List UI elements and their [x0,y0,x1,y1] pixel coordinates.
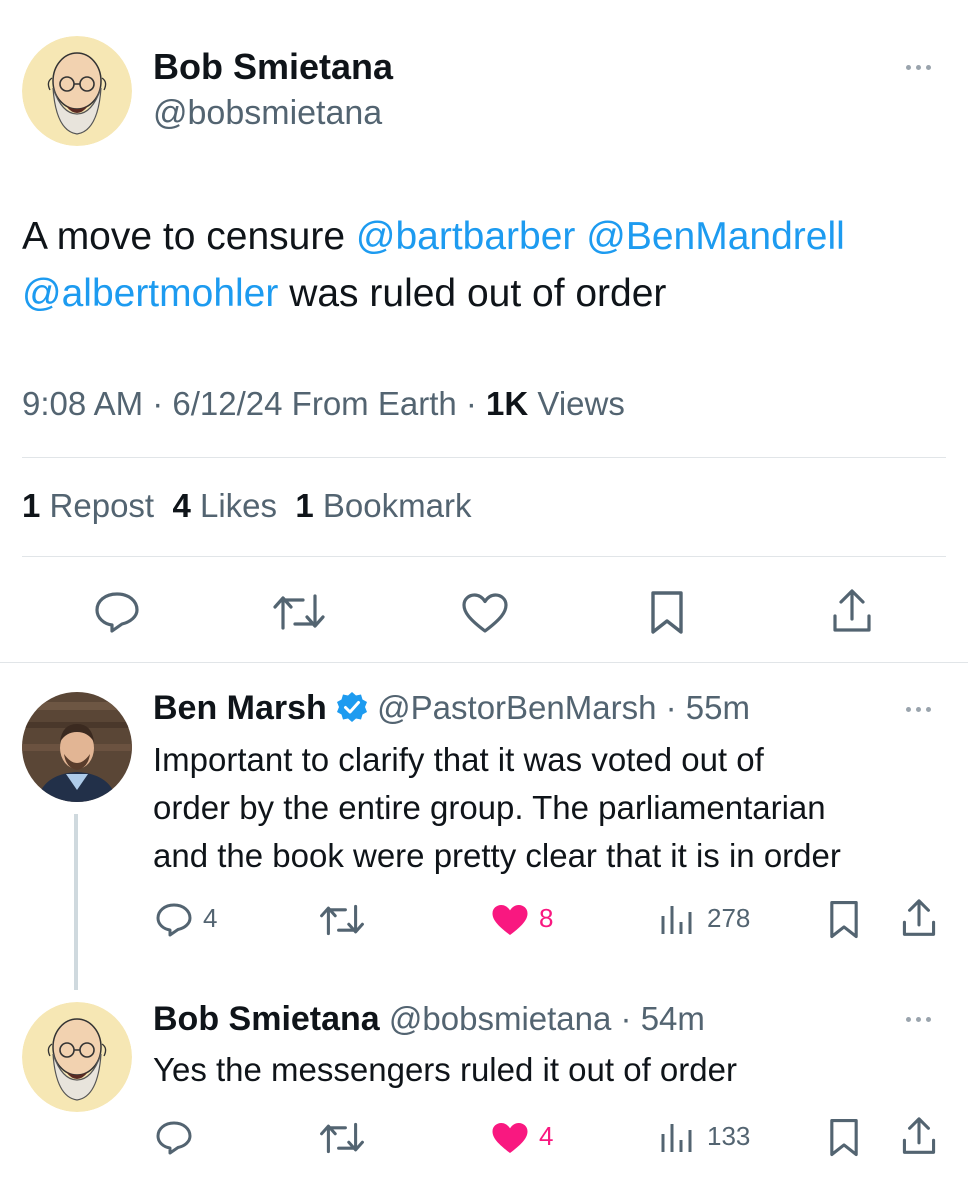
like-icon[interactable] [461,592,509,634]
author-name[interactable]: Bob Smietana [153,1000,380,1038]
reply-text: Yes the messengers ruled it out of order [153,1046,953,1094]
likes-label: Likes [199,487,278,524]
more-icon[interactable] [906,1017,931,1022]
tweet-text-line-1: A move to censure @bartbarber @BenMandre… [22,208,952,265]
engagement-stats: 1 Repost 4 Likes 1 Bookmark [22,487,471,525]
like-icon[interactable] [490,902,530,938]
reply-icon[interactable] [94,591,140,633]
bookmark-stat[interactable]: 1 Bookmark [295,487,471,524]
mention-link[interactable]: @BenMandrell [586,215,845,258]
mention-link[interactable]: @bartbarber [356,215,576,258]
reply-text-line: and the book were pretty clear that it i… [153,837,841,874]
bookmark-count: 1 [295,487,314,524]
like-count: 4 [539,1121,554,1151]
tweet-text-line-2: @albertmohler was ruled out of order [22,265,952,322]
bookmark-label: Bookmark [322,487,472,524]
tweet-text-intro: A move to censure [22,215,346,258]
reply-handle[interactable]: @PastorBenMarsh [377,689,656,726]
repost-icon[interactable] [318,1121,366,1155]
like-count: 8 [539,903,554,933]
likes-count: 4 [172,487,191,524]
reply-icon[interactable] [155,902,193,938]
avatar[interactable] [22,1002,132,1112]
reply-handle[interactable]: @bobsmietana [389,1000,611,1037]
separator-dot: · [611,1000,641,1037]
author-name[interactable]: Ben Marsh [153,689,327,727]
tweet-time[interactable]: 9:08 AM [22,385,143,422]
reply-age[interactable]: 55m [686,689,750,726]
author-handle[interactable]: @bobsmietana [153,94,382,133]
reply-count: 4 [203,903,218,933]
reply-text-line: Important to clarify that it was voted o… [153,741,764,778]
repost-icon[interactable] [271,592,327,632]
more-icon[interactable] [906,707,931,712]
bookmark-icon[interactable] [829,1118,859,1158]
repost-icon[interactable] [318,903,366,937]
views-label: Views [537,385,625,422]
divider [0,662,968,663]
share-icon[interactable] [901,1116,937,1156]
thread-line [74,814,78,990]
views-count: 133 [707,1121,751,1151]
share-icon[interactable] [831,588,873,634]
separator-dot: · [456,385,487,422]
avatar[interactable] [22,36,132,146]
repost-label: Repost [49,487,155,524]
divider [22,457,946,458]
avatar[interactable] [22,692,132,802]
reply-text: Important to clarify that it was voted o… [153,736,953,880]
tweet-date-source[interactable]: 6/12/24 From Earth [172,385,456,422]
bookmark-icon[interactable] [650,590,684,636]
repost-stat[interactable]: 1 Repost [22,487,154,524]
views-icon[interactable] [659,1120,693,1154]
repost-count: 1 [22,487,41,524]
tweet-meta: 9:08 AM · 6/12/24 From Earth · 1K Views [22,385,625,423]
views-count: 1K [486,385,529,422]
tweet-text-end: was ruled out of order [289,272,667,315]
likes-stat[interactable]: 4 Likes [172,487,277,524]
tweet-text: A move to censure @bartbarber @BenMandre… [22,208,952,322]
verified-badge-icon [336,691,368,731]
author-name[interactable]: Bob Smietana [153,46,393,88]
separator-dot: · [143,385,173,422]
divider [22,556,946,557]
reply-age[interactable]: 54m [641,1000,705,1037]
bookmark-icon[interactable] [829,900,859,940]
reply-text-line: Yes the messengers ruled it out of order [153,1051,737,1088]
reply-text-line: order by the entire group. The parliamen… [153,789,826,826]
views-icon[interactable] [659,902,693,936]
share-icon[interactable] [901,898,937,938]
reply-header: Bob Smietana @bobsmietana · 54m [153,1000,705,1039]
reply-header: Ben Marsh @PastorBenMarsh · 55m [153,689,750,731]
like-icon[interactable] [490,1120,530,1156]
reply-icon[interactable] [155,1120,193,1156]
views-count: 278 [707,903,751,933]
separator-dot: · [656,689,686,726]
more-icon[interactable] [906,65,931,70]
mention-link[interactable]: @albertmohler [22,272,278,315]
